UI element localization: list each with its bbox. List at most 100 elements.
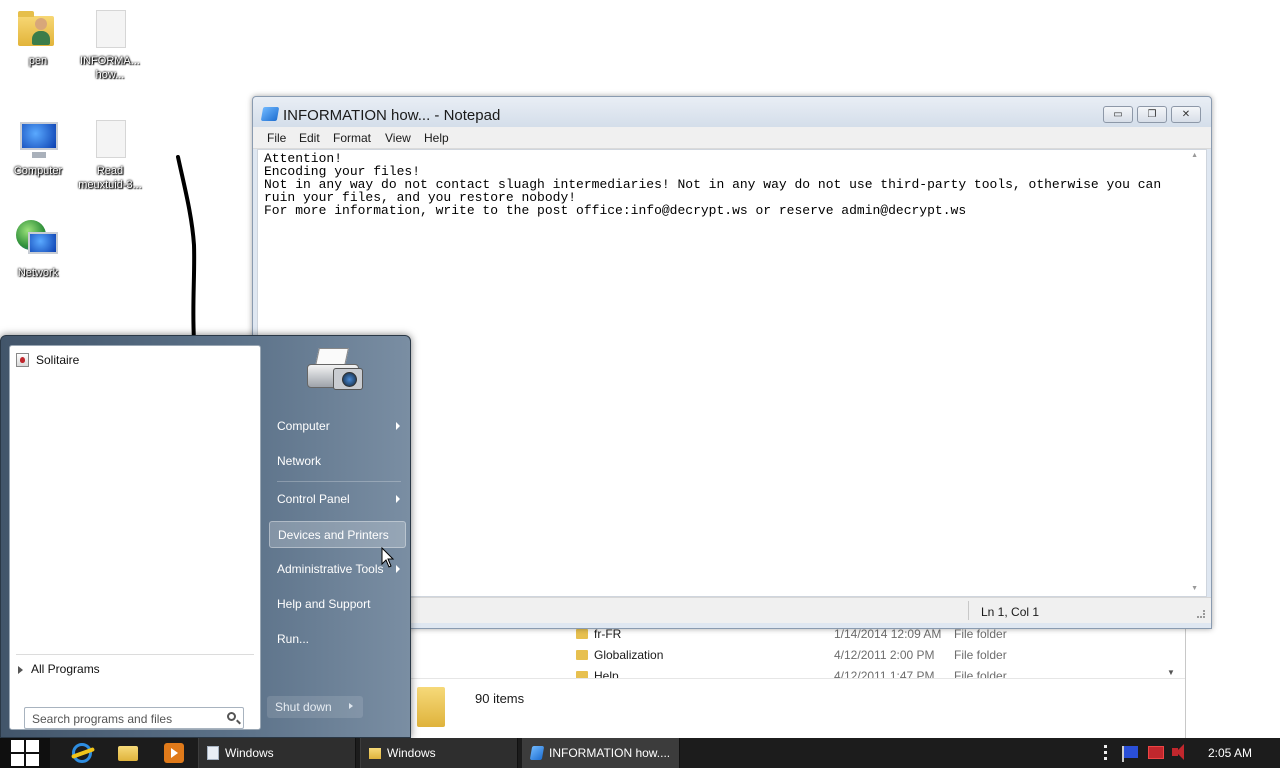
taskbar-item-windows[interactable]: Windows (198, 738, 356, 768)
all-programs-button[interactable]: All Programs (18, 662, 100, 676)
desktop-icon-label: INFORMA... how... (80, 55, 140, 81)
start-item-label: Run... (277, 632, 310, 646)
mouse-cursor-icon (381, 547, 395, 568)
desktop-icon-label: pen (28, 55, 48, 67)
taskbar-item-label: INFORMATION how.... (549, 746, 671, 760)
computer-icon (16, 118, 60, 162)
search-icon[interactable] (227, 712, 236, 721)
shutdown-button[interactable]: Shut down (267, 696, 363, 718)
taskbar-item-label: Windows (387, 746, 436, 760)
windows-logo-icon (11, 740, 24, 752)
desktop-icon-pen[interactable]: pen (0, 8, 76, 68)
solitaire-icon (16, 353, 29, 367)
folder-icon (369, 748, 381, 759)
internet-explorer-icon[interactable] (72, 743, 92, 763)
minimize-button[interactable]: ▭ (1103, 106, 1133, 123)
start-item-label: Network (277, 454, 322, 468)
desktop-icon-read-file[interactable]: Read meuxtuid-3... (72, 118, 148, 192)
taskbar-item-label: Windows (225, 746, 274, 760)
explorer-window: fr-FR 1/14/2014 12:09 AM File folder Glo… (360, 620, 1186, 738)
chevron-right-icon (18, 665, 23, 674)
taskbar-item-windows-folder[interactable]: Windows (360, 738, 518, 768)
scroll-up-arrow-icon[interactable]: ▲ (1191, 152, 1198, 159)
desktop-icon-label: Computer (13, 165, 63, 177)
document-text: Attention! Encoding your files! Not in a… (264, 151, 1162, 218)
scroll-down-arrow-icon[interactable]: ▼ (1191, 585, 1198, 592)
divider (16, 654, 254, 655)
start-item-network[interactable]: Network (269, 448, 406, 475)
start-item-help-and-support[interactable]: Help and Support (269, 591, 406, 618)
file-type: File folder (954, 648, 1007, 662)
program-label: Solitaire (36, 353, 80, 367)
shutdown-label: Shut down (275, 700, 332, 714)
window-title: INFORMATION how... - Notepad (283, 107, 501, 124)
text-document-icon (88, 118, 132, 162)
chevron-right-icon (396, 422, 400, 430)
desktop-icon-label: Read meuxtuid-3... (78, 165, 142, 191)
notepad-icon (260, 107, 280, 121)
notepad-icon (529, 746, 545, 760)
menu-format[interactable]: Format (333, 131, 371, 145)
explorer-details-pane: 90 items (361, 678, 1185, 738)
pen-scribble-line (176, 155, 197, 342)
network-status-icon[interactable] (1148, 746, 1164, 759)
search-placeholder: Search programs and files (32, 712, 173, 726)
chevron-right-icon (396, 495, 400, 503)
restore-button[interactable]: ❐ (1137, 106, 1167, 123)
start-item-control-panel[interactable]: Control Panel (269, 486, 406, 513)
network-icon (16, 220, 60, 264)
user-folder-icon (16, 8, 60, 52)
start-item-label: Help and Support (277, 597, 371, 611)
desktop-icon-label: Network (17, 267, 59, 279)
start-item-label: Computer (277, 419, 330, 433)
volume-icon[interactable] (1172, 744, 1184, 760)
folder-icon (576, 629, 588, 639)
start-menu: Solitaire All Programs Search programs a… (0, 335, 411, 738)
devices-and-printers-icon (303, 346, 369, 402)
desktop-icon-computer[interactable]: Computer (0, 118, 76, 178)
start-item-label: Administrative Tools (277, 562, 384, 576)
file-explorer-icon[interactable] (118, 746, 138, 761)
scroll-down-arrow-icon[interactable]: ▼ (1167, 668, 1175, 677)
document-icon (207, 746, 219, 760)
desktop-icon-network[interactable]: Network (0, 220, 76, 280)
show-hidden-icons-icon[interactable] (1104, 745, 1108, 763)
file-row[interactable]: Globalization 4/12/2011 2:00 PM File fol… (576, 645, 1176, 666)
start-menu-programs-pane: Solitaire All Programs Search programs a… (9, 345, 261, 730)
status-separator (968, 601, 969, 620)
action-center-flag-icon[interactable] (1122, 746, 1138, 762)
desktop-icon-information[interactable]: INFORMA... how... (72, 8, 148, 82)
chevron-right-icon[interactable] (349, 703, 353, 709)
menu-help[interactable]: Help (424, 131, 449, 145)
taskbar: Windows Windows INFORMATION how.... 2:05… (0, 738, 1280, 768)
start-button[interactable] (0, 738, 50, 768)
start-item-label: Control Panel (277, 492, 350, 506)
file-date: 4/12/2011 2:00 PM (834, 648, 935, 662)
file-name: Globalization (594, 648, 664, 662)
divider (277, 481, 401, 482)
file-name: fr-FR (594, 627, 622, 641)
start-item-run[interactable]: Run... (269, 626, 406, 653)
chevron-right-icon (396, 565, 400, 573)
text-document-icon (88, 8, 132, 52)
all-programs-label: All Programs (31, 662, 100, 676)
resize-grip-icon[interactable] (1197, 610, 1205, 618)
close-button[interactable]: ✕ (1171, 106, 1201, 123)
file-date: 1/14/2014 12:09 AM (834, 627, 942, 641)
menu-file[interactable]: File (267, 131, 286, 145)
notepad-titlebar[interactable]: INFORMATION how... - Notepad ▭ ❐ ✕ (253, 97, 1211, 127)
folder-icon (417, 687, 445, 727)
menu-bar: File Edit Format View Help (253, 127, 1211, 149)
search-programs-input[interactable]: Search programs and files (24, 707, 244, 729)
menu-view[interactable]: View (385, 131, 411, 145)
start-item-label: Devices and Printers (278, 528, 389, 542)
menu-edit[interactable]: Edit (299, 131, 320, 145)
cursor-position: Ln 1, Col 1 (981, 605, 1040, 619)
system-clock[interactable]: 2:05 AM (1208, 746, 1252, 760)
item-count: 90 items (475, 691, 525, 706)
file-type: File folder (954, 627, 1007, 641)
start-item-devices-and-printers[interactable]: Devices and Printers (269, 521, 406, 548)
start-item-computer[interactable]: Computer (269, 413, 406, 440)
taskbar-item-notepad[interactable]: INFORMATION how.... (522, 738, 680, 768)
media-player-icon[interactable] (164, 743, 184, 763)
